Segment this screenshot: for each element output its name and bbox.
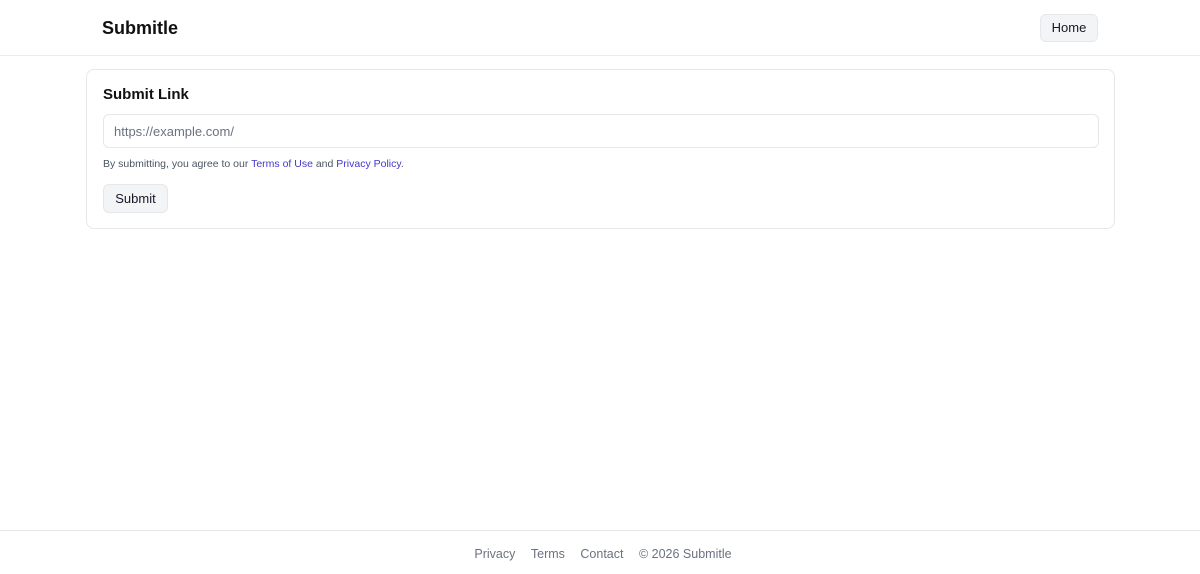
footer-contact-link[interactable]: Contact bbox=[580, 547, 623, 561]
consent-text: By submitting, you agree to our Terms of… bbox=[103, 157, 404, 171]
site-footer: Privacy Terms Contact © 2026 Submitle bbox=[0, 530, 1200, 574]
page: Submitle Home Submit Link By submitting,… bbox=[0, 0, 1200, 574]
privacy-policy-link[interactable]: Privacy Policy bbox=[336, 158, 401, 170]
card-title: Submit Link bbox=[103, 86, 189, 103]
home-button[interactable]: Home bbox=[1040, 14, 1098, 42]
terms-of-use-link[interactable]: Terms of Use bbox=[251, 158, 313, 170]
site-header: Submitle Home bbox=[0, 0, 1200, 56]
brand-logo-text[interactable]: Submitle bbox=[102, 17, 178, 39]
submit-link-card: Submit Link By submitting, you agree to … bbox=[86, 69, 1115, 229]
submit-button[interactable]: Submit bbox=[103, 184, 168, 213]
consent-suffix: . bbox=[400, 158, 404, 170]
footer-terms-link[interactable]: Terms bbox=[531, 547, 565, 561]
url-input[interactable] bbox=[103, 114, 1099, 148]
footer-links: Privacy Terms Contact © 2026 Submitle bbox=[0, 546, 1200, 562]
footer-copyright: © 2026 Submitle bbox=[638, 547, 732, 561]
consent-and: and bbox=[312, 158, 337, 170]
consent-prefix: By submitting, you agree to our bbox=[103, 158, 252, 170]
footer-privacy-link[interactable]: Privacy bbox=[474, 547, 515, 561]
